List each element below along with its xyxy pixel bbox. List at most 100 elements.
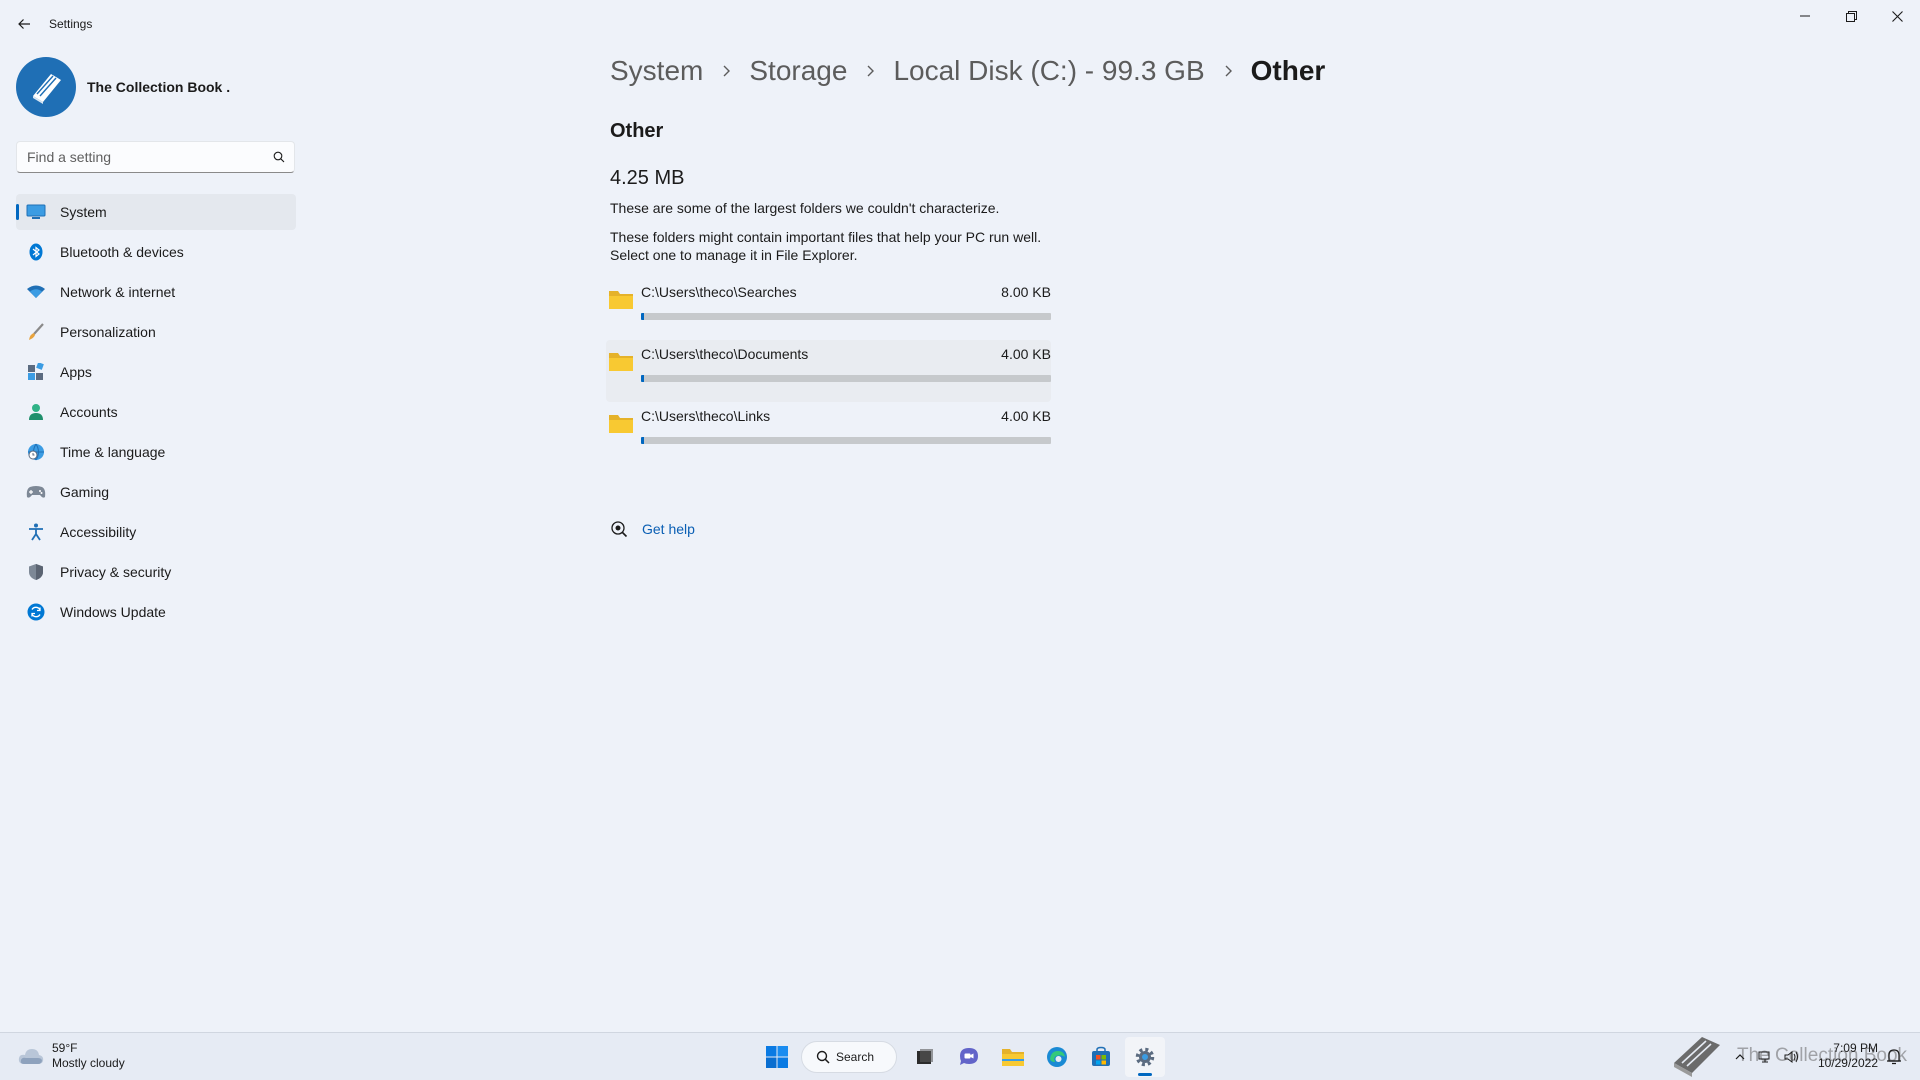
sidebar-item-label: Time & language <box>60 444 166 460</box>
update-icon <box>26 602 46 622</box>
minimize-icon <box>1800 15 1810 17</box>
section-title: Other <box>610 120 664 142</box>
brush-icon <box>26 322 46 342</box>
task-view-button[interactable] <box>905 1037 945 1077</box>
total-size: 4.25 MB <box>610 167 685 189</box>
folder-usage-bar <box>641 375 1051 382</box>
restore-icon <box>1845 10 1857 22</box>
folder-size: 4.00 KB <box>1001 346 1051 362</box>
volume-icon[interactable] <box>1782 1047 1802 1067</box>
edge-button[interactable] <box>1037 1037 1077 1077</box>
windows-logo-icon <box>766 1046 788 1068</box>
folder-item[interactable]: C:\Users\theco\Searches 8.00 KB <box>606 278 1051 340</box>
taskbar-apps: Search <box>757 1037 1169 1077</box>
folder-usage-bar <box>641 313 1051 320</box>
weather-desc: Mostly cloudy <box>52 1056 125 1070</box>
person-icon <box>26 402 46 422</box>
sidebar-item-network[interactable]: Network & internet <box>16 274 296 310</box>
settings-app-button[interactable] <box>1125 1037 1165 1077</box>
close-button[interactable] <box>1874 0 1920 32</box>
globe-clock-icon <box>26 442 46 462</box>
sidebar-item-privacy[interactable]: Privacy & security <box>16 554 296 590</box>
cloud-icon <box>18 1049 44 1064</box>
sidebar-item-time-language[interactable]: Time & language <box>16 434 296 470</box>
user-profile[interactable]: The Collection Book . <box>16 56 230 118</box>
close-icon <box>1891 10 1903 22</box>
store-button[interactable] <box>1081 1037 1121 1077</box>
folder-icon <box>609 353 633 371</box>
restore-button[interactable] <box>1828 0 1874 32</box>
settings-search[interactable] <box>16 141 295 173</box>
folder-path: C:\Users\theco\Links <box>641 408 771 424</box>
gear-icon <box>1135 1047 1155 1067</box>
sidebar-item-label: Accounts <box>60 404 118 420</box>
sidebar-item-label: Personalization <box>60 324 156 340</box>
clock-date: 10/29/2022 <box>1817 1056 1878 1070</box>
search-input[interactable] <box>17 149 264 165</box>
accessibility-icon <box>26 522 46 542</box>
sidebar-item-label: Gaming <box>60 484 110 500</box>
description-line: Select one to manage it in File Explorer… <box>610 247 858 263</box>
sidebar-item-windows-update[interactable]: Windows Update <box>16 594 296 630</box>
book-icon <box>33 74 61 104</box>
system-tray <box>1730 1047 1808 1067</box>
folder-usage-fill <box>641 313 645 320</box>
get-help-label: Get help <box>642 521 695 537</box>
taskbar-search[interactable]: Search <box>801 1041 897 1073</box>
breadcrumb-local-disk[interactable]: Local Disk (C:) - 99.3 GB <box>893 55 1204 87</box>
clock[interactable]: 7:09 PM 10/29/2022 <box>1808 1041 1878 1071</box>
sidebar-item-bluetooth[interactable]: Bluetooth & devices <box>16 234 296 270</box>
chat-button[interactable] <box>949 1037 989 1077</box>
folder-list: C:\Users\theco\Searches 8.00 KB C:\Users… <box>606 278 1051 464</box>
monitor-icon <box>26 202 46 222</box>
sidebar-item-label: System <box>60 204 107 220</box>
folder-path: C:\Users\theco\Searches <box>641 284 797 300</box>
folder-item[interactable]: C:\Users\theco\Documents 4.00 KB <box>606 340 1051 402</box>
apps-icon <box>26 362 46 382</box>
folder-item[interactable]: C:\Users\theco\Links 4.00 KB <box>606 402 1051 464</box>
profile-name: The Collection Book . <box>87 79 231 95</box>
store-icon <box>1092 1046 1110 1066</box>
sidebar-item-accessibility[interactable]: Accessibility <box>16 514 296 550</box>
sidebar-item-personalization[interactable]: Personalization <box>16 314 296 350</box>
sidebar-item-label: Windows Update <box>60 604 166 620</box>
clock-time: 7:09 PM <box>1833 1041 1878 1055</box>
app-title: Settings <box>49 17 93 31</box>
gamepad-icon <box>26 482 46 502</box>
notification-icon[interactable] <box>1884 1047 1904 1067</box>
chevron-right-icon <box>1223 64 1233 78</box>
breadcrumb-current: Other <box>1250 55 1326 86</box>
sidebar-item-system[interactable]: System <box>16 194 296 230</box>
network-icon[interactable] <box>1756 1047 1776 1067</box>
sidebar-item-accounts[interactable]: Accounts <box>16 394 296 430</box>
chevron-right-icon <box>865 64 875 78</box>
chevron-right-icon <box>721 64 731 78</box>
breadcrumb: System Storage Local Disk (C:) - 99.3 GB… <box>610 55 1325 87</box>
breadcrumb-storage[interactable]: Storage <box>749 55 847 87</box>
search-icon <box>264 151 294 163</box>
chevron-up-icon[interactable] <box>1730 1047 1750 1067</box>
breadcrumb-system[interactable]: System <box>610 55 703 87</box>
minimize-button[interactable] <box>1782 0 1828 32</box>
title-bar: Settings <box>0 0 1920 48</box>
sidebar-item-label: Accessibility <box>60 524 137 540</box>
start-button[interactable] <box>757 1037 797 1077</box>
folder-usage-bar <box>641 437 1051 444</box>
watermark-book-logo <box>1674 1037 1720 1077</box>
sidebar-item-gaming[interactable]: Gaming <box>16 474 296 510</box>
description-text: These are some of the largest folders we… <box>610 200 1000 216</box>
sidebar-item-label: Bluetooth & devices <box>60 244 184 260</box>
sidebar-item-apps[interactable]: Apps <box>16 354 296 390</box>
weather-temp: 59°F <box>52 1041 78 1055</box>
sidebar-nav: System Bluetooth & devices Network & int… <box>16 194 296 634</box>
search-icon <box>816 1050 830 1064</box>
sidebar-item-label: Apps <box>60 364 92 380</box>
weather-widget[interactable]: 59°F Mostly cloudy <box>18 1041 125 1071</box>
folder-path: C:\Users\theco\Documents <box>641 346 809 362</box>
folder-usage-fill <box>641 437 645 444</box>
back-button[interactable] <box>12 12 36 36</box>
avatar <box>16 57 76 117</box>
folder-usage-fill <box>641 375 645 382</box>
get-help-link[interactable]: Get help <box>610 520 695 538</box>
file-explorer-button[interactable] <box>993 1037 1033 1077</box>
